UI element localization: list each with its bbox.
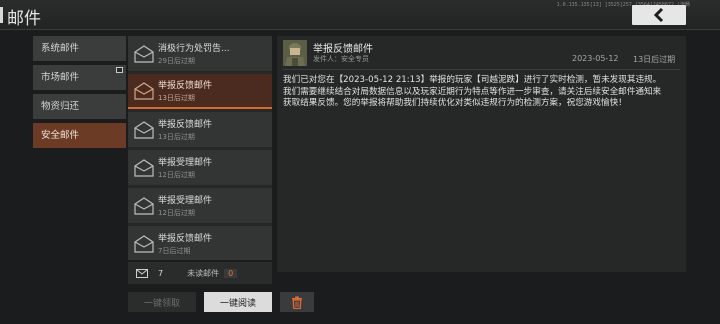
envelope-open-icon xyxy=(134,158,154,177)
envelope-open-icon xyxy=(134,196,154,215)
envelope-open-icon xyxy=(134,234,154,253)
sidebar-item-security[interactable]: 安全邮件 xyxy=(33,123,126,148)
title-accent xyxy=(0,7,3,23)
mail-expiry: 7日后过期 xyxy=(158,247,191,255)
back-button[interactable] xyxy=(632,5,686,25)
mail-body: 我们已对您在【2023-05-12 21:13】举报的玩家【司越泥跌】进行了实时… xyxy=(283,75,662,108)
list-item[interactable]: 举报受理邮件 12日后过期 xyxy=(128,150,272,185)
collect-all-button[interactable]: 一键领取 xyxy=(128,292,196,312)
mail-expiry: 13日后过期 xyxy=(158,133,195,141)
list-item[interactable]: 举报反馈邮件 13日后过期 xyxy=(128,112,272,147)
mail-expiry: 12日后过期 xyxy=(158,171,195,179)
mail-expiry: 29日后过期 xyxy=(158,57,195,65)
sidebar-item-label: 市场邮件 xyxy=(41,72,80,83)
sidebar-item-system[interactable]: 系统邮件 xyxy=(33,36,126,61)
unread-label: 未读邮件 xyxy=(187,268,220,278)
chevron-left-icon xyxy=(653,8,664,22)
envelope-open-icon xyxy=(134,44,154,63)
list-item[interactable]: 举报受理邮件 12日后过期 xyxy=(128,188,272,223)
mail-title: 举报受理邮件 xyxy=(158,196,213,206)
envelope-open-icon xyxy=(134,81,154,100)
mail-expiry: 13日后过期 xyxy=(158,94,195,102)
mail-sender: 发件人：安全专员 xyxy=(313,55,369,63)
unread-count: 0 xyxy=(224,268,238,278)
sidebar-item-supply-return[interactable]: 物资归还 xyxy=(33,94,126,119)
sidebar-item-label: 安全邮件 xyxy=(41,130,80,141)
envelope-open-icon xyxy=(134,120,154,139)
mail-title: 消极行为处罚告... xyxy=(158,44,230,54)
top-bar: 邮件 1.0.135.135[13] [3525]257 [3564]24586… xyxy=(0,0,720,30)
mail-expiry: 13日后过期 xyxy=(633,55,676,64)
list-item[interactable]: 举报反馈邮件 7日后过期 xyxy=(128,226,272,260)
mail-title: 举报受理邮件 xyxy=(158,158,213,168)
read-all-button[interactable]: 一键阅读 xyxy=(204,292,272,312)
list-item[interactable]: 消极行为处罚告... 29日后过期 xyxy=(128,36,272,71)
new-mail-badge-icon xyxy=(116,67,123,73)
divider xyxy=(283,69,680,70)
mail-total-count: 7 xyxy=(158,268,164,278)
mail-detail-panel: 举报反馈邮件 发件人：安全专员 2023-05-12 13日后过期 我们已对您在… xyxy=(277,36,686,272)
sender-avatar xyxy=(283,40,307,66)
mail-expiry: 12日后过期 xyxy=(158,209,195,217)
sidebar-item-label: 系统邮件 xyxy=(41,43,80,54)
mail-subject: 举报反馈邮件 xyxy=(313,44,373,55)
mail-date: 2023-05-12 xyxy=(572,54,619,63)
mail-list-footer: 7 未读邮件 0 xyxy=(128,262,272,284)
list-item[interactable]: 举报反馈邮件 13日后过期 xyxy=(128,74,272,109)
sidebar-item-label: 物资归还 xyxy=(41,101,80,112)
mail-title: 举报反馈邮件 xyxy=(158,120,213,130)
mail-list[interactable]: 消极行为处罚告... 29日后过期 举报反馈邮件 13日后过期 举报反馈邮件 1… xyxy=(128,36,272,260)
envelope-icon xyxy=(136,269,148,278)
soldier-avatar-icon xyxy=(283,40,307,66)
trash-icon xyxy=(292,295,302,309)
page-title: 邮件 xyxy=(7,9,41,29)
mail-category-sidebar: 系统邮件 市场邮件 物资归还 安全邮件 xyxy=(33,36,126,152)
delete-button[interactable] xyxy=(280,292,314,312)
mail-title: 举报反馈邮件 xyxy=(158,81,213,91)
sidebar-item-market[interactable]: 市场邮件 xyxy=(33,65,126,90)
mail-title: 举报反馈邮件 xyxy=(158,234,213,244)
